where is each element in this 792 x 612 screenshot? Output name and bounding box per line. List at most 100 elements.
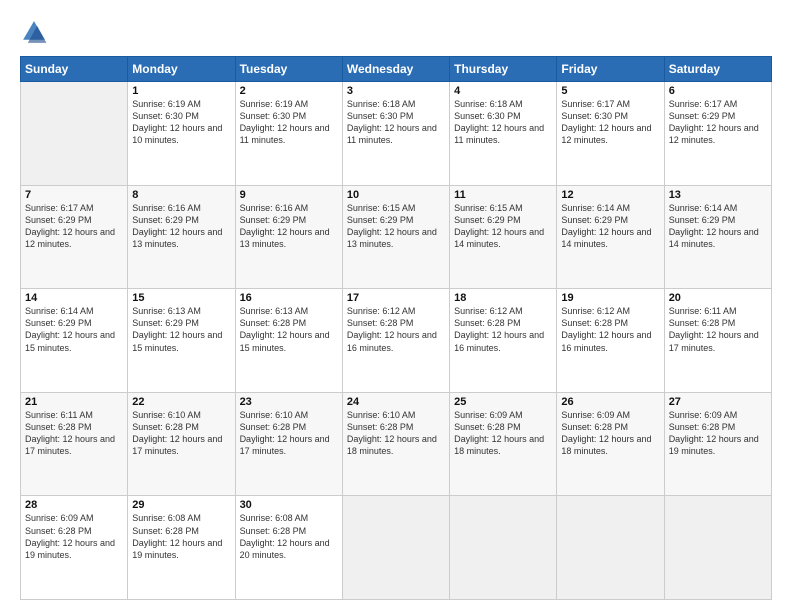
calendar-cell: 27Sunrise: 6:09 AMSunset: 6:28 PMDayligh… [664, 392, 771, 496]
cell-text: Sunrise: 6:13 AMSunset: 6:29 PMDaylight:… [132, 305, 230, 354]
calendar-week-row: 14Sunrise: 6:14 AMSunset: 6:29 PMDayligh… [21, 289, 772, 393]
cell-text: Sunrise: 6:09 AMSunset: 6:28 PMDaylight:… [25, 512, 123, 561]
calendar-cell: 7Sunrise: 6:17 AMSunset: 6:29 PMDaylight… [21, 185, 128, 289]
cell-text: Sunrise: 6:15 AMSunset: 6:29 PMDaylight:… [454, 202, 552, 251]
calendar-cell: 9Sunrise: 6:16 AMSunset: 6:29 PMDaylight… [235, 185, 342, 289]
calendar-cell [557, 496, 664, 600]
day-number: 22 [132, 396, 230, 408]
calendar-header-row: SundayMondayTuesdayWednesdayThursdayFrid… [21, 57, 772, 82]
day-number: 9 [240, 189, 338, 201]
day-number: 10 [347, 189, 445, 201]
calendar-cell: 16Sunrise: 6:13 AMSunset: 6:28 PMDayligh… [235, 289, 342, 393]
cell-text: Sunrise: 6:11 AMSunset: 6:28 PMDaylight:… [25, 409, 123, 458]
cell-text: Sunrise: 6:17 AMSunset: 6:29 PMDaylight:… [25, 202, 123, 251]
cell-text: Sunrise: 6:17 AMSunset: 6:30 PMDaylight:… [561, 98, 659, 147]
calendar-cell: 25Sunrise: 6:09 AMSunset: 6:28 PMDayligh… [450, 392, 557, 496]
calendar-cell: 26Sunrise: 6:09 AMSunset: 6:28 PMDayligh… [557, 392, 664, 496]
calendar-cell [21, 82, 128, 186]
calendar-cell [342, 496, 449, 600]
calendar-cell [664, 496, 771, 600]
day-header-thursday: Thursday [450, 57, 557, 82]
calendar-cell: 21Sunrise: 6:11 AMSunset: 6:28 PMDayligh… [21, 392, 128, 496]
cell-text: Sunrise: 6:18 AMSunset: 6:30 PMDaylight:… [347, 98, 445, 147]
day-number: 28 [25, 499, 123, 511]
cell-text: Sunrise: 6:10 AMSunset: 6:28 PMDaylight:… [347, 409, 445, 458]
calendar-cell: 24Sunrise: 6:10 AMSunset: 6:28 PMDayligh… [342, 392, 449, 496]
cell-text: Sunrise: 6:14 AMSunset: 6:29 PMDaylight:… [669, 202, 767, 251]
cell-text: Sunrise: 6:12 AMSunset: 6:28 PMDaylight:… [347, 305, 445, 354]
calendar-cell: 4Sunrise: 6:18 AMSunset: 6:30 PMDaylight… [450, 82, 557, 186]
day-number: 15 [132, 292, 230, 304]
calendar-week-row: 7Sunrise: 6:17 AMSunset: 6:29 PMDaylight… [21, 185, 772, 289]
cell-text: Sunrise: 6:08 AMSunset: 6:28 PMDaylight:… [132, 512, 230, 561]
day-number: 5 [561, 85, 659, 97]
day-number: 16 [240, 292, 338, 304]
day-number: 27 [669, 396, 767, 408]
day-number: 7 [25, 189, 123, 201]
cell-text: Sunrise: 6:13 AMSunset: 6:28 PMDaylight:… [240, 305, 338, 354]
calendar-cell: 11Sunrise: 6:15 AMSunset: 6:29 PMDayligh… [450, 185, 557, 289]
calendar-cell: 5Sunrise: 6:17 AMSunset: 6:30 PMDaylight… [557, 82, 664, 186]
cell-text: Sunrise: 6:19 AMSunset: 6:30 PMDaylight:… [240, 98, 338, 147]
cell-text: Sunrise: 6:16 AMSunset: 6:29 PMDaylight:… [240, 202, 338, 251]
header [20, 18, 772, 46]
day-header-monday: Monday [128, 57, 235, 82]
day-number: 11 [454, 189, 552, 201]
cell-text: Sunrise: 6:11 AMSunset: 6:28 PMDaylight:… [669, 305, 767, 354]
calendar-cell: 17Sunrise: 6:12 AMSunset: 6:28 PMDayligh… [342, 289, 449, 393]
cell-text: Sunrise: 6:17 AMSunset: 6:29 PMDaylight:… [669, 98, 767, 147]
day-header-friday: Friday [557, 57, 664, 82]
day-number: 24 [347, 396, 445, 408]
calendar-cell: 14Sunrise: 6:14 AMSunset: 6:29 PMDayligh… [21, 289, 128, 393]
calendar-cell: 2Sunrise: 6:19 AMSunset: 6:30 PMDaylight… [235, 82, 342, 186]
logo [20, 18, 52, 46]
page: SundayMondayTuesdayWednesdayThursdayFrid… [0, 0, 792, 612]
day-number: 25 [454, 396, 552, 408]
calendar-cell: 13Sunrise: 6:14 AMSunset: 6:29 PMDayligh… [664, 185, 771, 289]
calendar-week-row: 21Sunrise: 6:11 AMSunset: 6:28 PMDayligh… [21, 392, 772, 496]
logo-icon [20, 18, 48, 46]
calendar-cell [450, 496, 557, 600]
day-number: 14 [25, 292, 123, 304]
day-number: 6 [669, 85, 767, 97]
calendar-cell: 20Sunrise: 6:11 AMSunset: 6:28 PMDayligh… [664, 289, 771, 393]
day-number: 13 [669, 189, 767, 201]
day-header-sunday: Sunday [21, 57, 128, 82]
cell-text: Sunrise: 6:10 AMSunset: 6:28 PMDaylight:… [132, 409, 230, 458]
cell-text: Sunrise: 6:12 AMSunset: 6:28 PMDaylight:… [454, 305, 552, 354]
calendar-week-row: 1 Sunrise: 6:19 AMSunset: 6:30 PMDaylight… [21, 82, 772, 186]
day-number: 20 [669, 292, 767, 304]
day-number: 17 [347, 292, 445, 304]
calendar-cell: 15Sunrise: 6:13 AMSunset: 6:29 PMDayligh… [128, 289, 235, 393]
calendar-cell: 10Sunrise: 6:15 AMSunset: 6:29 PMDayligh… [342, 185, 449, 289]
day-header-wednesday: Wednesday [342, 57, 449, 82]
calendar-cell: 19Sunrise: 6:12 AMSunset: 6:28 PMDayligh… [557, 289, 664, 393]
day-number: 3 [347, 85, 445, 97]
calendar-cell: 6Sunrise: 6:17 AMSunset: 6:29 PMDaylight… [664, 82, 771, 186]
day-number: 2 [240, 85, 338, 97]
day-number: 12 [561, 189, 659, 201]
day-header-tuesday: Tuesday [235, 57, 342, 82]
day-number: 19 [561, 292, 659, 304]
calendar-cell: 23Sunrise: 6:10 AMSunset: 6:28 PMDayligh… [235, 392, 342, 496]
calendar-week-row: 28Sunrise: 6:09 AMSunset: 6:28 PMDayligh… [21, 496, 772, 600]
cell-text: Sunrise: 6:14 AMSunset: 6:29 PMDaylight:… [561, 202, 659, 251]
cell-text: Sunrise: 6:09 AMSunset: 6:28 PMDaylight:… [561, 409, 659, 458]
day-number: 1 [132, 85, 230, 97]
calendar-cell: 29Sunrise: 6:08 AMSunset: 6:28 PMDayligh… [128, 496, 235, 600]
cell-text: Sunrise: 6:09 AMSunset: 6:28 PMDaylight:… [669, 409, 767, 458]
day-number: 29 [132, 499, 230, 511]
calendar-cell: 8Sunrise: 6:16 AMSunset: 6:29 PMDaylight… [128, 185, 235, 289]
calendar-cell: 22Sunrise: 6:10 AMSunset: 6:28 PMDayligh… [128, 392, 235, 496]
calendar-cell: 12Sunrise: 6:14 AMSunset: 6:29 PMDayligh… [557, 185, 664, 289]
day-number: 26 [561, 396, 659, 408]
cell-text: Sunrise: 6:16 AMSunset: 6:29 PMDaylight:… [132, 202, 230, 251]
day-number: 23 [240, 396, 338, 408]
calendar-cell: 30Sunrise: 6:08 AMSunset: 6:28 PMDayligh… [235, 496, 342, 600]
cell-text: Sunrise: 6:10 AMSunset: 6:28 PMDaylight:… [240, 409, 338, 458]
cell-text: Sunrise: 6:09 AMSunset: 6:28 PMDaylight:… [454, 409, 552, 458]
calendar-table: SundayMondayTuesdayWednesdayThursdayFrid… [20, 56, 772, 600]
day-header-saturday: Saturday [664, 57, 771, 82]
calendar-cell: 1Sunrise: 6:19 AMSunset: 6:30 PMDaylight… [128, 82, 235, 186]
calendar-cell: 3Sunrise: 6:18 AMSunset: 6:30 PMDaylight… [342, 82, 449, 186]
